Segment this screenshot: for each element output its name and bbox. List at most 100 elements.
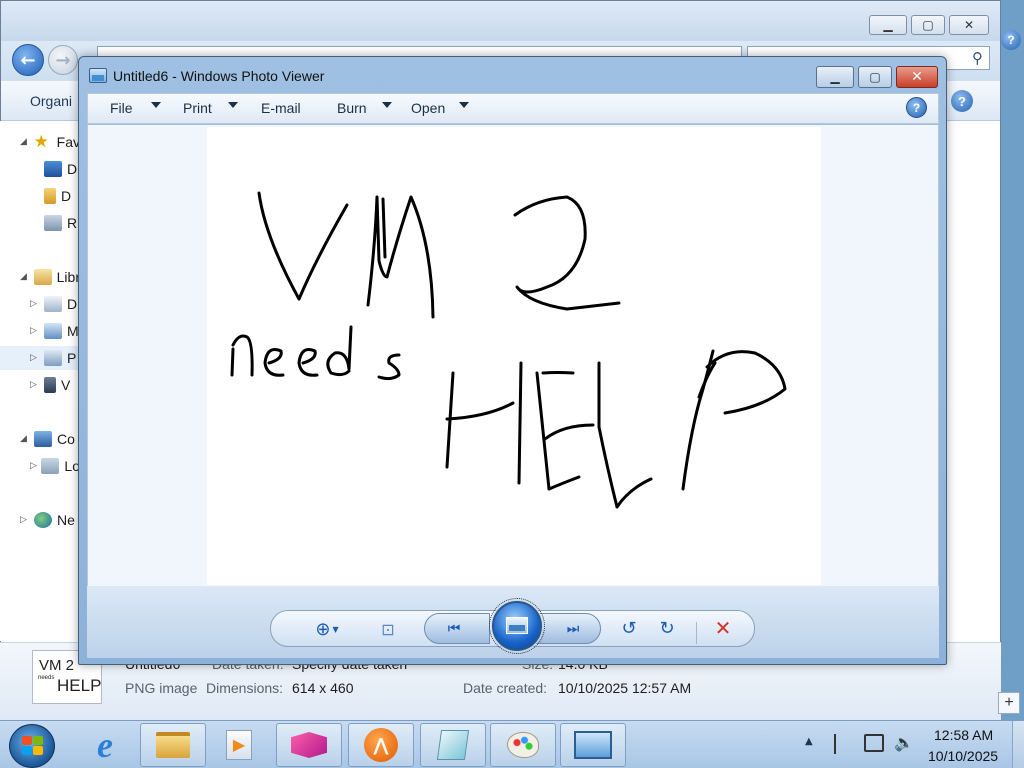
chevron-down-icon[interactable] — [459, 102, 469, 108]
menu-print[interactable]: Print — [183, 100, 212, 116]
toolbar-divider — [696, 622, 697, 644]
nav-item-label: V — [61, 377, 71, 393]
action-center-flag-icon[interactable] — [834, 734, 852, 754]
expand-details-button[interactable]: + — [998, 692, 1020, 714]
minimize-button[interactable]: ▁ — [816, 66, 854, 88]
help-button[interactable]: ? — [951, 90, 973, 112]
nav-item-pictures[interactable]: ▷ P — [0, 346, 80, 370]
play-slideshow-button[interactable] — [489, 598, 545, 654]
internet-explorer-icon: e — [97, 725, 113, 765]
nav-item-label: Co — [57, 431, 75, 447]
skip-previous-icon: ⏮ — [447, 621, 461, 637]
actual-size-button[interactable]: ⊡ — [375, 616, 401, 642]
show-desktop-button[interactable] — [1012, 721, 1024, 768]
nav-item-videos[interactable]: ▷ V — [0, 373, 80, 397]
nav-item-label: Libr — [56, 269, 80, 285]
start-button[interactable] — [9, 724, 55, 768]
collapsed-arrow-icon[interactable]: ▷ — [30, 353, 42, 363]
nav-item-favorites[interactable]: ◢ ★ Fav — [0, 130, 80, 154]
taskbar-photo-viewer[interactable] — [560, 723, 626, 767]
menu-burn[interactable]: Burn — [337, 100, 367, 116]
nav-item-desktop[interactable]: D — [0, 157, 80, 181]
menu-email[interactable]: E-mail — [261, 100, 301, 116]
rotate-counterclockwise-button[interactable]: ↺ — [617, 616, 641, 640]
close-icon: ✕ — [911, 69, 923, 85]
chevron-down-icon[interactable] — [228, 102, 238, 108]
taskbar-orange-app[interactable]: ⋀ — [348, 723, 414, 767]
documents-icon — [44, 296, 62, 312]
next-button[interactable]: ⏭ — [535, 613, 601, 644]
control-bar-area: ⊕ ▼ ⊡ ⏮ ⏭ ↺ ↻ ✕ — [87, 586, 939, 658]
explorer-maximize-button[interactable]: ▢ — [911, 15, 945, 35]
handwritten-drawing — [230, 191, 787, 509]
close-button[interactable]: ✕ — [896, 66, 938, 88]
magnifier-icon: ⊕ — [315, 618, 331, 640]
nav-item-libraries[interactable]: ◢ Libr — [0, 265, 80, 289]
details-date-created-label: Date created: — [463, 680, 548, 696]
taskbar-notepad[interactable] — [420, 723, 486, 767]
computer-icon — [34, 431, 52, 447]
displayed-image — [207, 127, 821, 585]
previous-button[interactable]: ⏮ — [424, 613, 490, 644]
taskbar: e ▶ ⋀ ▲ 🔈 12:58 AM 10/10/2025 — [0, 720, 1024, 768]
help-button[interactable]: ? — [906, 97, 927, 118]
nav-item-documents[interactable]: ▷ D — [0, 292, 80, 316]
collapsed-arrow-icon[interactable]: ▷ — [30, 326, 42, 336]
nav-item-local-disk[interactable]: ▷ Lo — [0, 454, 80, 478]
pictures-icon — [44, 350, 62, 366]
organize-menu[interactable]: Organi — [30, 93, 72, 109]
maximize-button[interactable]: ▢ — [858, 66, 892, 88]
collapsed-arrow-icon[interactable]: ▷ — [20, 515, 32, 525]
nav-item-downloads[interactable]: D — [0, 184, 80, 208]
nav-item-music[interactable]: ▷ M — [0, 319, 80, 343]
clock-date[interactable]: 10/10/2025 — [928, 748, 998, 764]
collapsed-arrow-icon[interactable]: ▷ — [30, 461, 39, 471]
details-dimensions-value: 614 x 460 — [292, 680, 354, 696]
back-button[interactable]: ← — [12, 44, 44, 76]
explorer-minimize-button[interactable]: ▁ — [869, 15, 907, 35]
help-icon[interactable]: ? — [1001, 30, 1021, 50]
zoom-button[interactable]: ⊕ ▼ — [309, 616, 345, 642]
downloads-icon — [44, 188, 56, 204]
image-view-area — [87, 125, 939, 586]
menu-file[interactable]: File — [110, 100, 133, 116]
explorer-close-button[interactable]: ✕ — [949, 15, 989, 35]
collapsed-arrow-icon[interactable]: ▷ — [30, 380, 42, 390]
clock-time[interactable]: 12:58 AM — [934, 727, 993, 743]
skip-next-icon: ⏭ — [566, 621, 580, 637]
delete-button[interactable]: ✕ — [711, 616, 735, 640]
chevron-down-icon: ▼ — [332, 624, 339, 634]
nav-item-computer[interactable]: ◢ Co — [0, 427, 80, 451]
nav-item-recent-places[interactable]: R — [0, 211, 80, 235]
details-dimensions-label: Dimensions: — [206, 680, 284, 696]
paint-icon — [507, 732, 539, 758]
menu-open[interactable]: Open — [411, 100, 445, 116]
windows-explorer-icon — [156, 732, 190, 758]
volume-muted-icon[interactable]: 🔈 — [894, 733, 914, 752]
navigation-pane: ◢ ★ Fav D D R ◢ Libr ▷ D ▷ M ▷ P ▷ V ◢ C… — [0, 121, 80, 641]
chevron-down-icon[interactable] — [382, 102, 392, 108]
rotate-clockwise-button[interactable]: ↻ — [655, 616, 679, 640]
network-status-icon[interactable] — [864, 734, 884, 752]
nav-item-network[interactable]: ▷ Ne — [0, 508, 80, 532]
taskbar-paint[interactable] — [490, 723, 556, 767]
nav-item-label: Fav — [56, 134, 80, 150]
expand-arrow-icon[interactable]: ◢ — [20, 137, 32, 147]
show-hidden-icons-button[interactable]: ▲ — [805, 736, 813, 747]
collapsed-arrow-icon[interactable]: ▷ — [30, 299, 42, 309]
taskbar-windows-explorer[interactable] — [140, 723, 206, 767]
forward-button[interactable]: → — [48, 45, 78, 75]
taskbar-media-player[interactable]: ▶ — [206, 723, 272, 767]
taskbar-pink-app[interactable] — [276, 723, 342, 767]
maximize-icon: ▢ — [869, 70, 881, 84]
network-icon — [34, 512, 52, 528]
taskbar-internet-explorer[interactable]: e — [72, 723, 138, 767]
music-icon — [44, 323, 62, 339]
star-icon: ★ — [33, 132, 49, 152]
back-arrow-icon: ← — [20, 49, 36, 71]
desktop-icon — [44, 161, 62, 177]
nav-item-label: P — [67, 350, 77, 366]
expand-arrow-icon[interactable]: ◢ — [20, 272, 32, 282]
expand-arrow-icon[interactable]: ◢ — [20, 434, 32, 444]
chevron-down-icon[interactable] — [151, 102, 161, 108]
